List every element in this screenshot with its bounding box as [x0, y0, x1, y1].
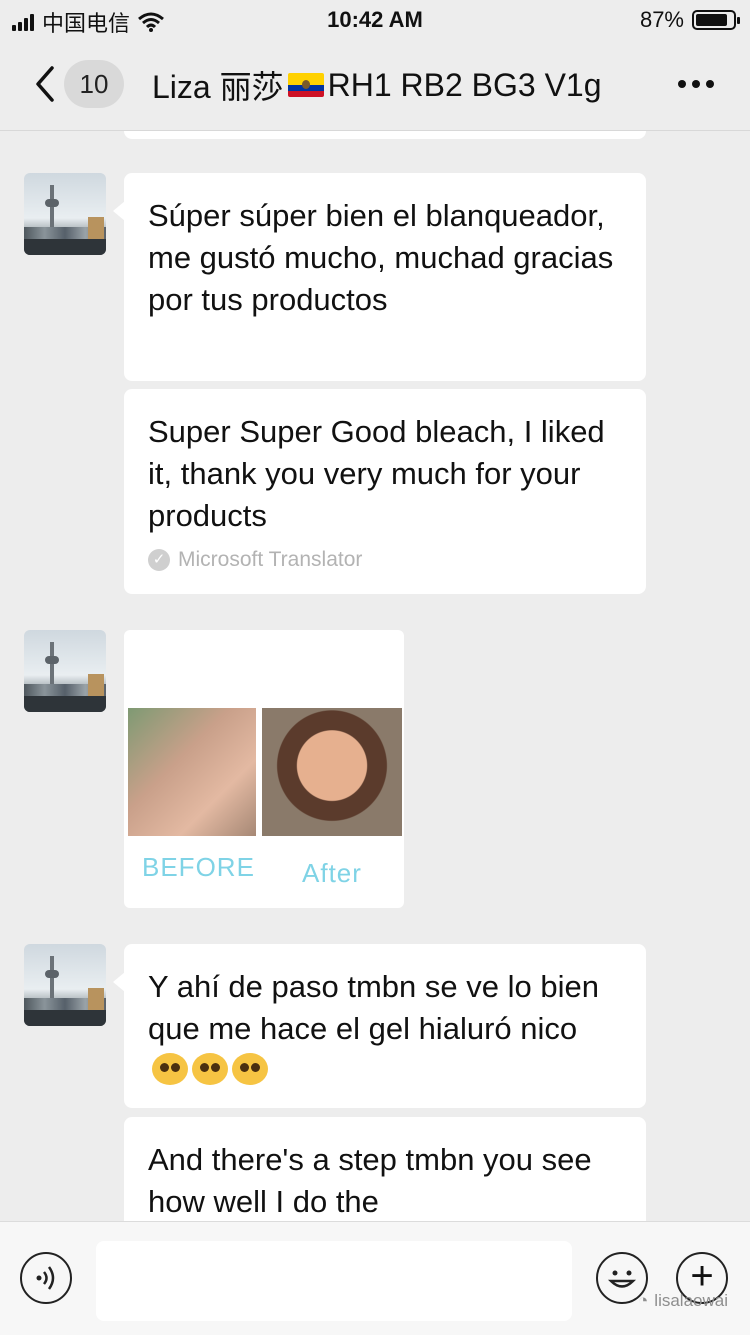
translation-text: And there's a step tmbn you see how well… [148, 1142, 592, 1219]
message-text: Y ahí de paso tmbn se ve lo bien que me … [148, 969, 599, 1046]
battery-group: 87% [639, 7, 740, 33]
pleading-face-emoji-icon [232, 1053, 268, 1085]
message-list[interactable]: Súper súper bien el blanqueador, me gust… [0, 131, 750, 1221]
ellipsis-icon[interactable] [678, 80, 714, 88]
translation-text: Super Super Good bleach, I liked it, tha… [148, 414, 605, 533]
pleading-face-emoji-icon [152, 1053, 188, 1085]
after-photo [262, 708, 402, 836]
translation-bubble[interactable]: And there's a step tmbn you see how well… [124, 1117, 646, 1221]
before-label: BEFORE [142, 852, 255, 882]
avatar[interactable] [24, 944, 106, 1026]
wechat-logo-icon: ◔ [638, 1291, 649, 1310]
pleading-face-emoji-icon [192, 1053, 228, 1085]
watermark: ◔ lisalaowai [638, 1291, 728, 1311]
image-message[interactable]: BEFORE After [124, 630, 404, 908]
voice-icon[interactable] [20, 1252, 72, 1304]
message-input[interactable] [96, 1241, 572, 1321]
translator-label: Microsoft Translator [178, 548, 363, 571]
chevron-left-icon[interactable] [28, 64, 68, 104]
translation-bubble[interactable]: Super Super Good bleach, I liked it, tha… [124, 389, 646, 594]
battery-fill [696, 14, 727, 26]
status-bar: 中国电信 10:42 AM 87% [0, 0, 750, 40]
chat-header: 10 Liza 丽莎 RH1 RB2 BG3 V1g [0, 40, 750, 131]
message-bubble[interactable]: Y ahí de paso tmbn se ve lo bien que me … [113, 944, 646, 1108]
chat-title: Liza 丽莎 RH1 RB2 BG3 V1g [152, 62, 602, 108]
before-photo [128, 708, 256, 836]
avatar[interactable] [24, 173, 106, 255]
translator-attribution: ✓ Microsoft Translator [148, 547, 622, 573]
input-bar: + ◔ lisalaowai [0, 1221, 750, 1335]
contact-codes: RH1 RB2 BG3 V1g [327, 66, 602, 103]
clock: 10:42 AM [327, 7, 423, 32]
watermark-label: lisalaowai [654, 1291, 728, 1310]
battery-percent: 87% [639, 7, 684, 32]
after-label: After [302, 858, 362, 888]
battery-icon [692, 10, 740, 30]
message-text: Súper súper bien el blanqueador, me gust… [148, 198, 614, 317]
previous-message-bubble [124, 131, 646, 139]
message-bubble[interactable]: Súper súper bien el blanqueador, me gust… [113, 173, 646, 381]
unread-count-badge[interactable]: 10 [64, 60, 124, 108]
avatar[interactable] [24, 630, 106, 712]
ecuador-flag-icon [287, 73, 324, 97]
contact-name: Liza 丽莎 [152, 69, 284, 105]
check-circle-icon: ✓ [148, 549, 170, 571]
